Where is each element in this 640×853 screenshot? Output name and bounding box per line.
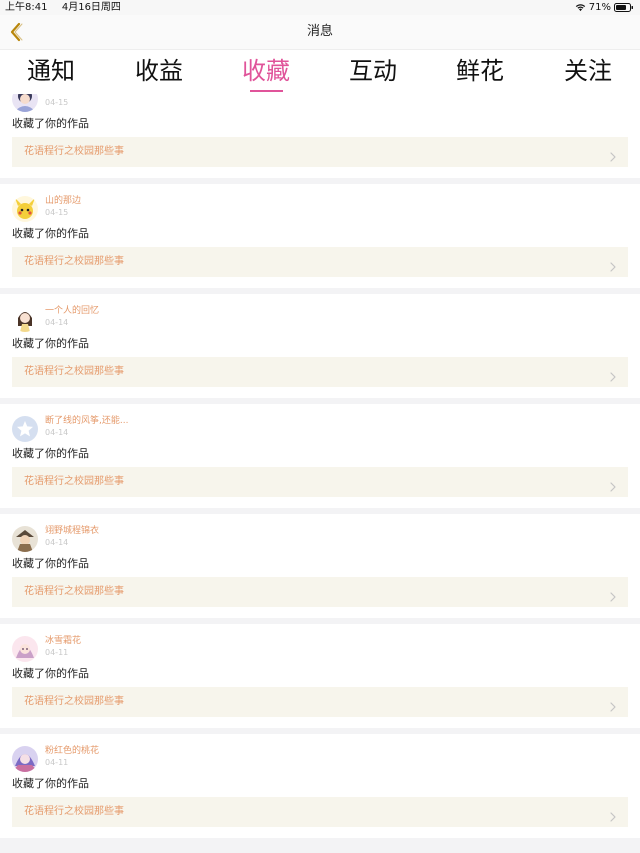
- username[interactable]: 冰雪霜花: [45, 636, 81, 647]
- action-text: 收藏了你的作品: [12, 447, 89, 460]
- favorite-notification-item: 剧的流浪倒映海之音04-15 收藏了你的作品花语程行之校园那些事: [0, 94, 640, 178]
- username[interactable]: 粉红色的桃花: [45, 746, 99, 757]
- notification-date: 04-14: [45, 428, 69, 437]
- action-text: 收藏了你的作品: [12, 337, 89, 350]
- notification-date: 04-14: [45, 538, 69, 547]
- work-link[interactable]: 花语程行之校园那些事: [12, 137, 628, 167]
- tab-active-indicator: [250, 90, 283, 92]
- battery-percent: 71%: [588, 2, 611, 13]
- work-link[interactable]: 花语程行之校园那些事: [12, 687, 628, 717]
- work-link[interactable]: 花语程行之校园那些事: [12, 467, 628, 497]
- favorite-notification-item: 断了线的风筝,还能... 04-14 收藏了你的作品花语程行之校园那些事: [0, 404, 640, 508]
- feed-list: 剧的流浪倒映海之音04-15收藏了你的作品花语程行之校园那些事山的那边04-15…: [0, 94, 640, 844]
- work-title: 花语程行之校园那些事: [24, 366, 124, 377]
- battery-icon: [614, 3, 633, 12]
- chevron-right-icon: [610, 257, 616, 272]
- action-text: 收藏了你的作品: [12, 777, 89, 790]
- work-title: 花语程行之校园那些事: [24, 256, 124, 267]
- nav-bar: 消息: [0, 15, 640, 50]
- tab-flowers[interactable]: 鲜花: [435, 55, 525, 87]
- chevron-right-icon: [610, 477, 616, 492]
- chevron-right-icon: [610, 807, 616, 822]
- tab-bar: 通知 收益 收藏 互动 鲜花 关注: [0, 50, 640, 94]
- avatar-anime-icon[interactable]: [12, 94, 38, 112]
- action-text: 收藏了你的作品: [12, 117, 89, 130]
- avatar-default-star-icon[interactable]: [12, 416, 38, 442]
- avatar-girl-icon[interactable]: [12, 306, 38, 332]
- action-text: 收藏了你的作品: [12, 227, 89, 240]
- username[interactable]: 剧的流浪倒映海之音: [45, 94, 126, 97]
- chevron-right-icon: [610, 367, 616, 382]
- work-title: 花语程行之校园那些事: [24, 806, 124, 817]
- work-link[interactable]: 花语程行之校园那些事: [12, 577, 628, 607]
- favorites-feed[interactable]: 剧的流浪倒映海之音04-15收藏了你的作品花语程行之校园那些事山的那边04-15…: [0, 94, 640, 853]
- work-title: 花语程行之校园那些事: [24, 696, 124, 707]
- action-text: 收藏了你的作品: [12, 667, 89, 680]
- tab-following[interactable]: 关注: [543, 55, 633, 87]
- avatar-pink-anime-icon[interactable]: [12, 636, 38, 662]
- work-title: 花语程行之校园那些事: [24, 586, 124, 597]
- favorite-notification-item: 一个人的回忆 04-14 收藏了你的作品花语程行之校园那些事: [0, 294, 640, 398]
- work-link[interactable]: 花语程行之校园那些事: [12, 247, 628, 277]
- notification-date: 04-15: [45, 208, 69, 217]
- tab-favorites[interactable]: 收藏: [221, 55, 311, 87]
- favorite-notification-item: 冰雪霜花 04-11 收藏了你的作品花语程行之校园那些事: [0, 624, 640, 728]
- chevron-right-icon: [610, 147, 616, 162]
- notification-date: 04-14: [45, 318, 69, 327]
- work-link[interactable]: 花语程行之校园那些事: [12, 357, 628, 387]
- tab-interactions[interactable]: 互动: [328, 55, 418, 87]
- page-title: 消息: [306, 24, 333, 39]
- chevron-right-icon: [610, 697, 616, 712]
- status-date: 4月16日周四: [61, 2, 121, 13]
- status-bar: 上午8:41 4月16日周四 71%: [0, 0, 640, 15]
- tab-notifications[interactable]: 通知: [6, 55, 96, 87]
- wifi-icon: [575, 4, 585, 12]
- notification-date: 04-15: [45, 98, 69, 107]
- username[interactable]: 山的那边: [45, 196, 81, 207]
- work-link[interactable]: 花语程行之校园那些事: [12, 797, 628, 827]
- chevron-right-icon: [610, 587, 616, 602]
- avatar-purple-anime-icon[interactable]: [12, 746, 38, 772]
- action-text: 收藏了你的作品: [12, 557, 89, 570]
- username[interactable]: 一个人的回忆: [45, 306, 99, 317]
- avatar-pikachu-icon[interactable]: [12, 196, 38, 222]
- work-title: 花语程行之校园那些事: [24, 476, 124, 487]
- avatar-character-icon[interactable]: [12, 526, 38, 552]
- work-title: 花语程行之校园那些事: [24, 146, 124, 157]
- username[interactable]: 翊野城程锦衣: [45, 526, 99, 537]
- notification-date: 04-11: [45, 648, 69, 657]
- notification-date: 04-11: [45, 758, 69, 767]
- status-indicators: 71%: [575, 0, 634, 15]
- tab-earnings[interactable]: 收益: [114, 55, 204, 87]
- favorite-notification-item: 粉红色的桃花 04-11 收藏了你的作品花语程行之校园那些事: [0, 734, 640, 838]
- status-time-date: 上午8:41 4月16日周四: [5, 0, 121, 15]
- username[interactable]: 断了线的风筝,还能...: [45, 416, 128, 427]
- status-time: 上午8:41: [5, 2, 48, 13]
- favorite-notification-item: 山的那边 04-15 收藏了你的作品花语程行之校园那些事: [0, 184, 640, 288]
- favorite-notification-item: 翊野城程锦衣 04-14 收藏了你的作品花语程行之校园那些事: [0, 514, 640, 618]
